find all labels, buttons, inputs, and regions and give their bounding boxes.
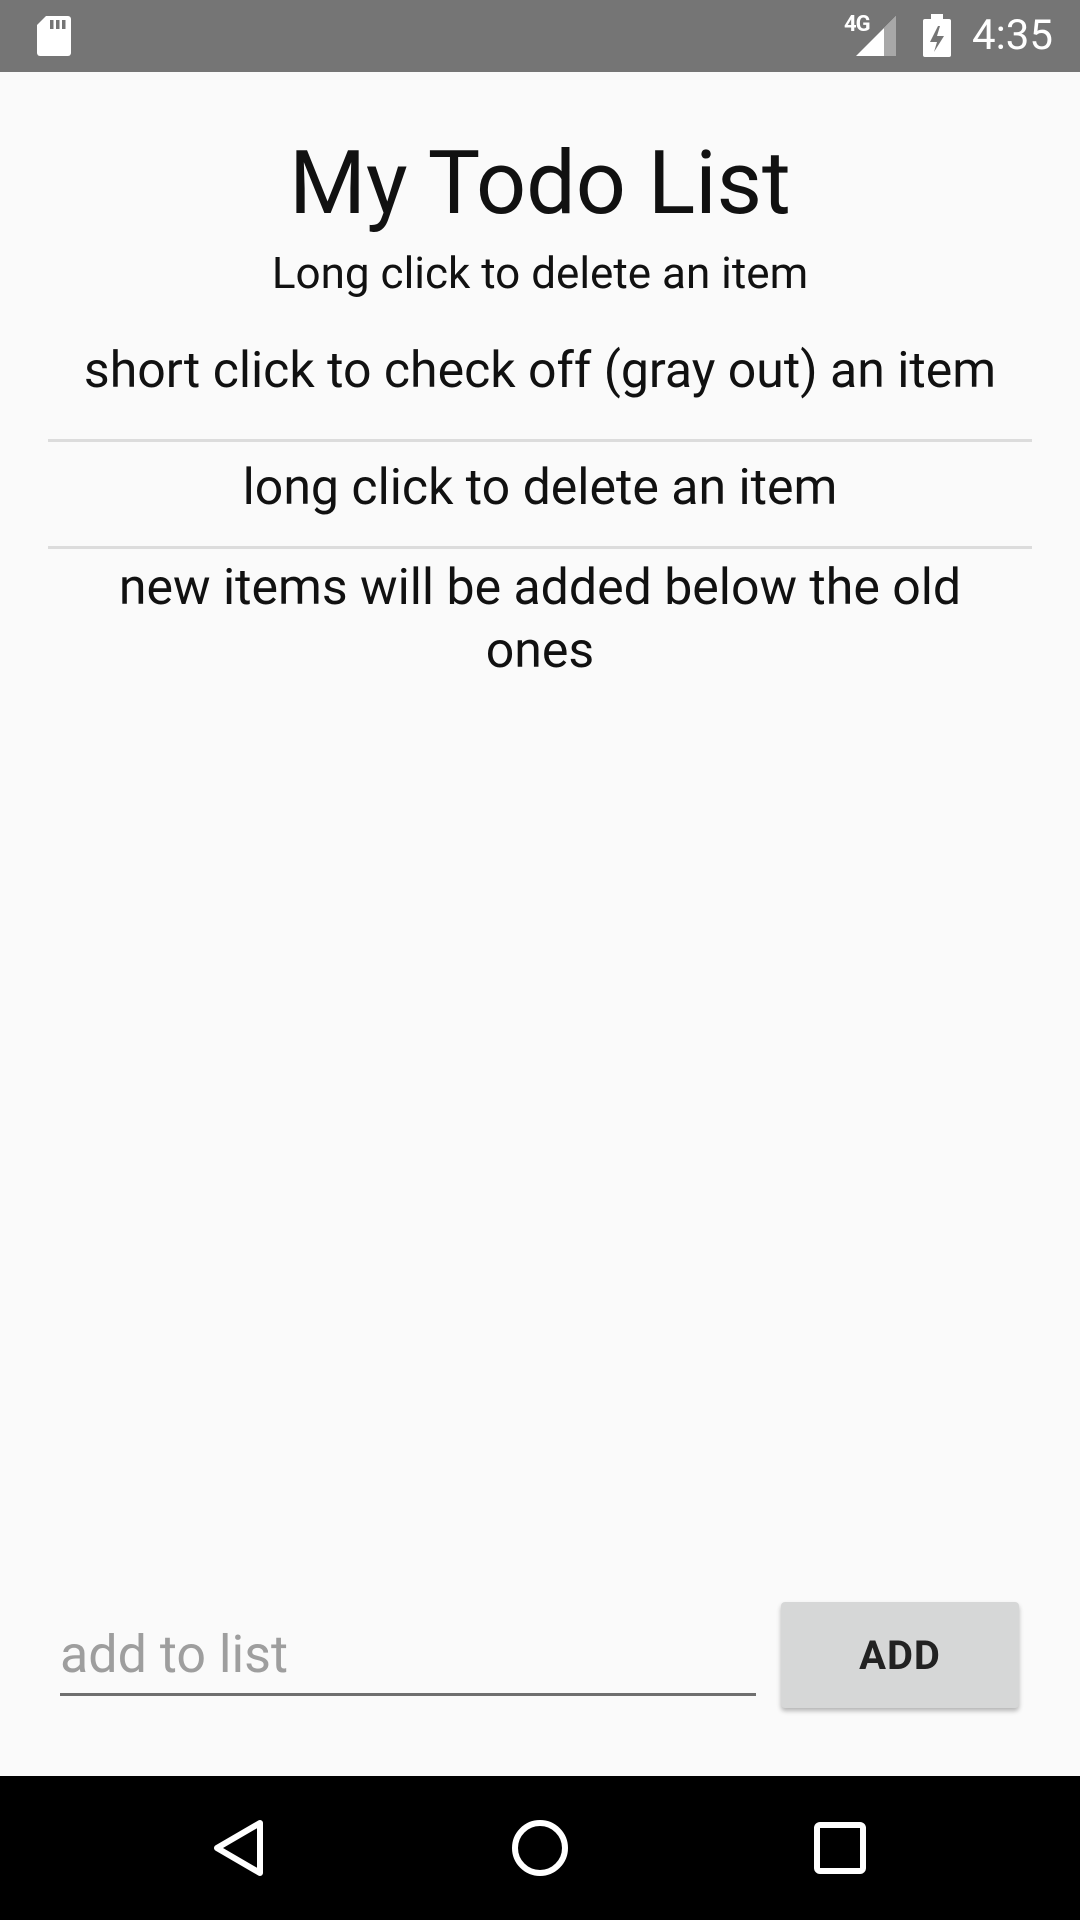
list-item[interactable]: new items will be added below the old on… — [48, 549, 1032, 691]
battery-charging-icon — [923, 14, 951, 57]
back-icon[interactable] — [190, 1798, 290, 1898]
page-subtitle: Long click to delete an item — [271, 247, 809, 299]
add-item-input[interactable] — [60, 1616, 756, 1696]
navigation-bar — [0, 1776, 1080, 1920]
page-title: My Todo List — [289, 132, 791, 235]
recents-icon[interactable] — [790, 1798, 890, 1898]
todo-list: short click to check off (gray out) an i… — [48, 334, 1032, 691]
status-bar: 4G 4:35 — [0, 0, 1080, 72]
signal-icon — [856, 16, 896, 56]
status-time: 4:35 — [972, 11, 1053, 60]
add-button[interactable]: ADD — [781, 1602, 1019, 1708]
list-item[interactable]: long click to delete an item — [48, 442, 1032, 549]
list-item[interactable]: short click to check off (gray out) an i… — [48, 334, 1032, 442]
home-icon[interactable] — [490, 1798, 590, 1898]
sd-card-icon — [37, 16, 71, 56]
